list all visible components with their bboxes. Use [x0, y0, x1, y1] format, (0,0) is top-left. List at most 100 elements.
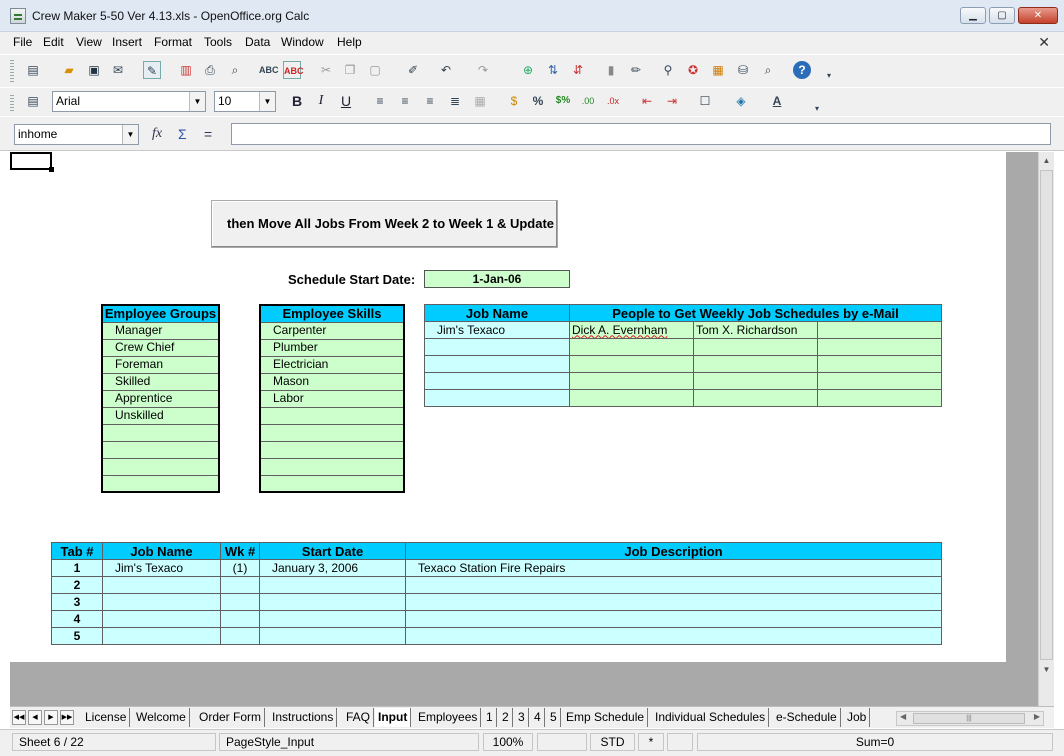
- tab-1[interactable]: 1: [483, 708, 497, 727]
- toolbar-grip[interactable]: [10, 60, 14, 82]
- help-icon[interactable]: ?: [793, 61, 811, 79]
- font-name-combo[interactable]: Arial ▼: [52, 91, 206, 112]
- formula-input[interactable]: [231, 123, 1051, 145]
- hyperlink-icon[interactable]: ⊕: [519, 61, 537, 79]
- previous-sheet-icon[interactable]: ◀: [28, 710, 42, 725]
- cut-icon[interactable]: ✂: [317, 61, 335, 79]
- tab-4[interactable]: 4: [531, 708, 545, 727]
- decrease-indent-icon[interactable]: ⇤: [638, 92, 656, 110]
- maximize-button[interactable]: ▢: [989, 7, 1015, 24]
- align-center-icon[interactable]: ≡: [396, 92, 414, 110]
- first-sheet-icon[interactable]: ◀◀: [12, 710, 26, 725]
- skill-cell[interactable]: [259, 474, 405, 493]
- minimize-button[interactable]: ▁: [960, 7, 986, 24]
- tab-input[interactable]: Input: [375, 708, 412, 727]
- justify-icon[interactable]: ≣: [446, 92, 464, 110]
- skill-cell[interactable]: [259, 457, 405, 476]
- recipient-cell[interactable]: [693, 389, 818, 407]
- group-cell[interactable]: Manager: [101, 321, 220, 340]
- open-icon[interactable]: ▰: [60, 61, 78, 79]
- cell-cursor[interactable]: [10, 152, 54, 172]
- recipient-cell[interactable]: [817, 372, 942, 390]
- copy-icon[interactable]: ❐: [341, 61, 359, 79]
- job-description-cell[interactable]: [405, 576, 942, 594]
- job-description-cell[interactable]: Texaco Station Fire Repairs: [405, 559, 942, 577]
- skill-cell[interactable]: Carpenter: [259, 321, 405, 340]
- skill-cell[interactable]: [259, 406, 405, 425]
- job-name-cell[interactable]: [102, 576, 221, 594]
- recipient-cell[interactable]: [693, 372, 818, 390]
- group-cell[interactable]: [101, 440, 220, 459]
- recipient-cell[interactable]: [569, 338, 694, 356]
- start-date-cell[interactable]: [259, 610, 406, 628]
- tab-number-cell[interactable]: 5: [51, 627, 103, 645]
- job-description-cell[interactable]: [405, 627, 942, 645]
- percent-format-button[interactable]: %: [529, 92, 547, 110]
- page-preview-icon[interactable]: ⌕: [226, 61, 244, 79]
- tab-2[interactable]: 2: [499, 708, 513, 727]
- recipient-cell[interactable]: [569, 355, 694, 373]
- export-pdf-icon[interactable]: ▥: [177, 61, 195, 79]
- skill-cell[interactable]: Labor: [259, 389, 405, 408]
- delete-decimal-icon[interactable]: .0x: [604, 92, 622, 110]
- menu-window[interactable]: Window: [281, 35, 324, 49]
- scroll-up-icon[interactable]: ▲: [1040, 153, 1053, 168]
- menu-file[interactable]: File: [13, 35, 32, 49]
- find-replace-icon[interactable]: ⚲: [659, 61, 677, 79]
- tab-emp-schedule[interactable]: Emp Schedule: [563, 708, 649, 727]
- tab-order-form[interactable]: Order Form: [196, 708, 266, 727]
- clone-formatting-icon[interactable]: ✐: [404, 61, 422, 79]
- recipient-cell[interactable]: [817, 338, 942, 356]
- styles-formatting-icon[interactable]: ▤: [24, 92, 42, 110]
- last-sheet-icon[interactable]: ▶▶: [60, 710, 74, 725]
- tab-5[interactable]: 5: [547, 708, 561, 727]
- sort-ascending-icon[interactable]: ⇅: [544, 61, 562, 79]
- recipient-cell[interactable]: [817, 321, 942, 339]
- function-icon[interactable]: =: [204, 126, 212, 142]
- job-description-cell[interactable]: [405, 610, 942, 628]
- email-icon[interactable]: ✉: [109, 61, 127, 79]
- standard-format-icon[interactable]: $%: [554, 92, 572, 110]
- data-sources-icon[interactable]: ⛁: [734, 61, 752, 79]
- new-document-icon[interactable]: ▤: [24, 61, 42, 79]
- redo-icon[interactable]: ↷: [474, 61, 492, 79]
- skill-cell[interactable]: [259, 440, 405, 459]
- name-box[interactable]: inhome ▼: [14, 124, 139, 145]
- tab-number-cell[interactable]: 4: [51, 610, 103, 628]
- increase-indent-icon[interactable]: ⇥: [663, 92, 681, 110]
- save-icon[interactable]: ▣: [85, 61, 103, 79]
- spellcheck-icon[interactable]: ABC: [259, 61, 279, 79]
- menu-edit[interactable]: Edit: [43, 35, 64, 49]
- horizontal-scrollbar[interactable]: ◀ ||| ▶: [896, 711, 1044, 726]
- start-date-cell[interactable]: [259, 593, 406, 611]
- scroll-down-icon[interactable]: ▼: [1040, 662, 1053, 677]
- sort-descending-icon[interactable]: ⇵: [569, 61, 587, 79]
- font-color-icon[interactable]: A: [768, 92, 786, 110]
- vertical-scrollbar[interactable]: ▲ ▼: [1038, 152, 1054, 706]
- menu-tools[interactable]: Tools: [204, 35, 232, 49]
- toolbar-overflow-icon[interactable]: ▾: [808, 100, 826, 118]
- font-size-combo[interactable]: 10 ▼: [214, 91, 276, 112]
- paste-icon[interactable]: ▢: [366, 61, 384, 79]
- toolbar-grip-2[interactable]: [10, 93, 14, 111]
- recipient-cell[interactable]: [817, 389, 942, 407]
- function-wizard-icon[interactable]: fx: [152, 126, 162, 142]
- recipient-cell[interactable]: Tom X. Richardson: [693, 321, 818, 339]
- underline-button[interactable]: U: [337, 92, 355, 110]
- menu-insert[interactable]: Insert: [112, 35, 142, 49]
- group-cell[interactable]: Skilled: [101, 372, 220, 391]
- add-decimal-icon[interactable]: .00: [579, 92, 597, 110]
- scroll-thumb[interactable]: [1040, 170, 1053, 660]
- menu-view[interactable]: View: [76, 35, 102, 49]
- job-name-cell[interactable]: Jim's Texaco: [102, 559, 221, 577]
- start-date-cell[interactable]: [259, 627, 406, 645]
- recipient-cell[interactable]: [569, 372, 694, 390]
- sum-icon[interactable]: Σ: [178, 126, 187, 142]
- tab-faq[interactable]: FAQ: [343, 708, 375, 727]
- recipient-cell[interactable]: [817, 355, 942, 373]
- zoom-icon[interactable]: ⌕: [759, 61, 777, 79]
- sum-display[interactable]: Sum=0: [697, 733, 1053, 751]
- tab-e-schedule[interactable]: e-Schedule: [773, 708, 841, 727]
- zoom-level[interactable]: 100%: [483, 733, 533, 751]
- skill-cell[interactable]: [259, 423, 405, 442]
